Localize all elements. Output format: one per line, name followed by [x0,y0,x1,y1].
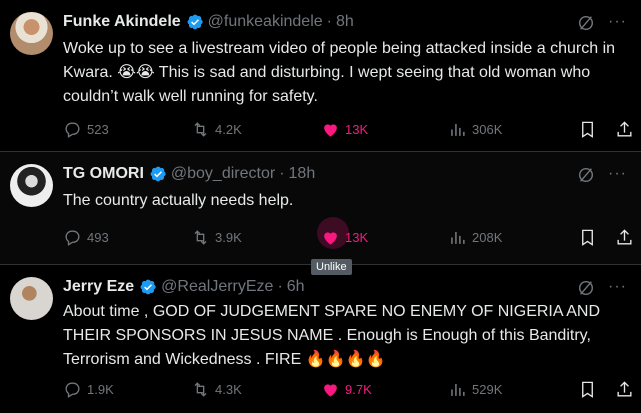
views-button[interactable]: 208K [448,227,502,247]
tweet-header: Funke Akindele @funkeakindele · 8h [63,11,354,33]
views-icon [451,231,465,244]
timestamp[interactable]: 6h [287,278,305,296]
like-button[interactable]: 9.7K [321,379,372,399]
separator-dot: · [279,165,285,182]
more-icon[interactable]: ··· [608,279,627,295]
avatar[interactable] [10,12,53,55]
retweet-icon [194,229,207,245]
retweet-button[interactable]: 4.2K [191,119,242,139]
bookmark-icon [582,229,593,246]
reply-button[interactable]: 523 [63,119,109,139]
like-hover-highlight [317,217,349,249]
tweet-text: The country actually needs help. [63,192,294,209]
tweet-header: TG OMORI @boy_director · 18h [63,163,315,185]
share-button[interactable] [615,227,634,247]
author-handle[interactable]: @boy_director [171,165,275,183]
reply-icon [65,121,80,138]
like-button[interactable]: 13K [321,119,368,139]
author-name[interactable]: Funke Akindele [63,13,181,31]
share-button[interactable] [615,379,634,399]
views-icon [451,123,465,136]
views-button[interactable]: 529K [448,379,502,399]
views-icon [451,383,465,396]
grok-icon[interactable] [577,14,595,32]
verified-badge-icon [187,14,203,30]
grok-icon[interactable] [577,279,595,297]
reply-icon [65,381,80,398]
avatar[interactable] [10,277,53,320]
timestamp[interactable]: 18h [289,165,316,183]
tweet-actions: 523 4.2K 13K 306K [63,119,633,139]
separator-dot: · [326,13,332,30]
tweet[interactable]: Jerry Eze @RealJerryEze · 6h ··· About t… [0,265,641,413]
reply-button[interactable]: 1.9K [63,379,114,399]
unlike-tooltip: Unlike [311,259,352,275]
separator-dot: · [277,278,283,295]
heart-icon [324,383,337,397]
retweet-button[interactable]: 4.3K [191,379,242,399]
tweet-text: About time , GOD OF JUDGEMENT SPARE NO E… [63,300,633,372]
verified-badge-icon [150,166,166,182]
bookmark-icon [582,381,593,398]
more-icon[interactable]: ··· [608,14,627,30]
retweet-icon [194,121,207,137]
share-icon [617,120,632,137]
reply-button[interactable]: 493 [63,227,109,247]
share-icon [617,228,632,245]
author-handle[interactable]: @RealJerryEze [161,278,273,296]
timestamp[interactable]: 8h [336,13,354,31]
heart-icon [324,123,337,137]
reply-icon [65,229,80,246]
more-icon[interactable]: ··· [608,166,627,182]
bookmark-icon [582,121,593,138]
tweet[interactable]: TG OMORI @boy_director · 18h ··· The cou… [0,152,641,265]
retweet-icon [194,381,207,397]
bookmark-button[interactable] [578,379,597,399]
grok-icon[interactable] [577,166,595,184]
tweet[interactable]: Funke Akindele @funkeakindele · 8h ··· W… [0,0,641,152]
author-name[interactable]: Jerry Eze [63,278,134,296]
author-handle[interactable]: @funkeakindele [208,13,323,31]
bookmark-button[interactable] [578,119,597,139]
author-name[interactable]: TG OMORI [63,165,144,183]
fire-emoji: 🔥🔥🔥🔥 [305,351,386,368]
tweet-text: Woke up to see a livestream video of peo… [63,40,616,106]
tweet-header: Jerry Eze @RealJerryEze · 6h [63,276,305,298]
verified-badge-icon [140,279,156,295]
avatar[interactable] [10,164,53,207]
retweet-button[interactable]: 3.9K [191,227,242,247]
views-button[interactable]: 306K [448,119,502,139]
share-icon [617,380,632,397]
tweet-actions: 1.9K 4.3K 9.7K 529K [63,379,633,399]
share-button[interactable] [615,119,634,139]
bookmark-button[interactable] [578,227,597,247]
crying-emoji: 😭😭 [117,64,155,81]
